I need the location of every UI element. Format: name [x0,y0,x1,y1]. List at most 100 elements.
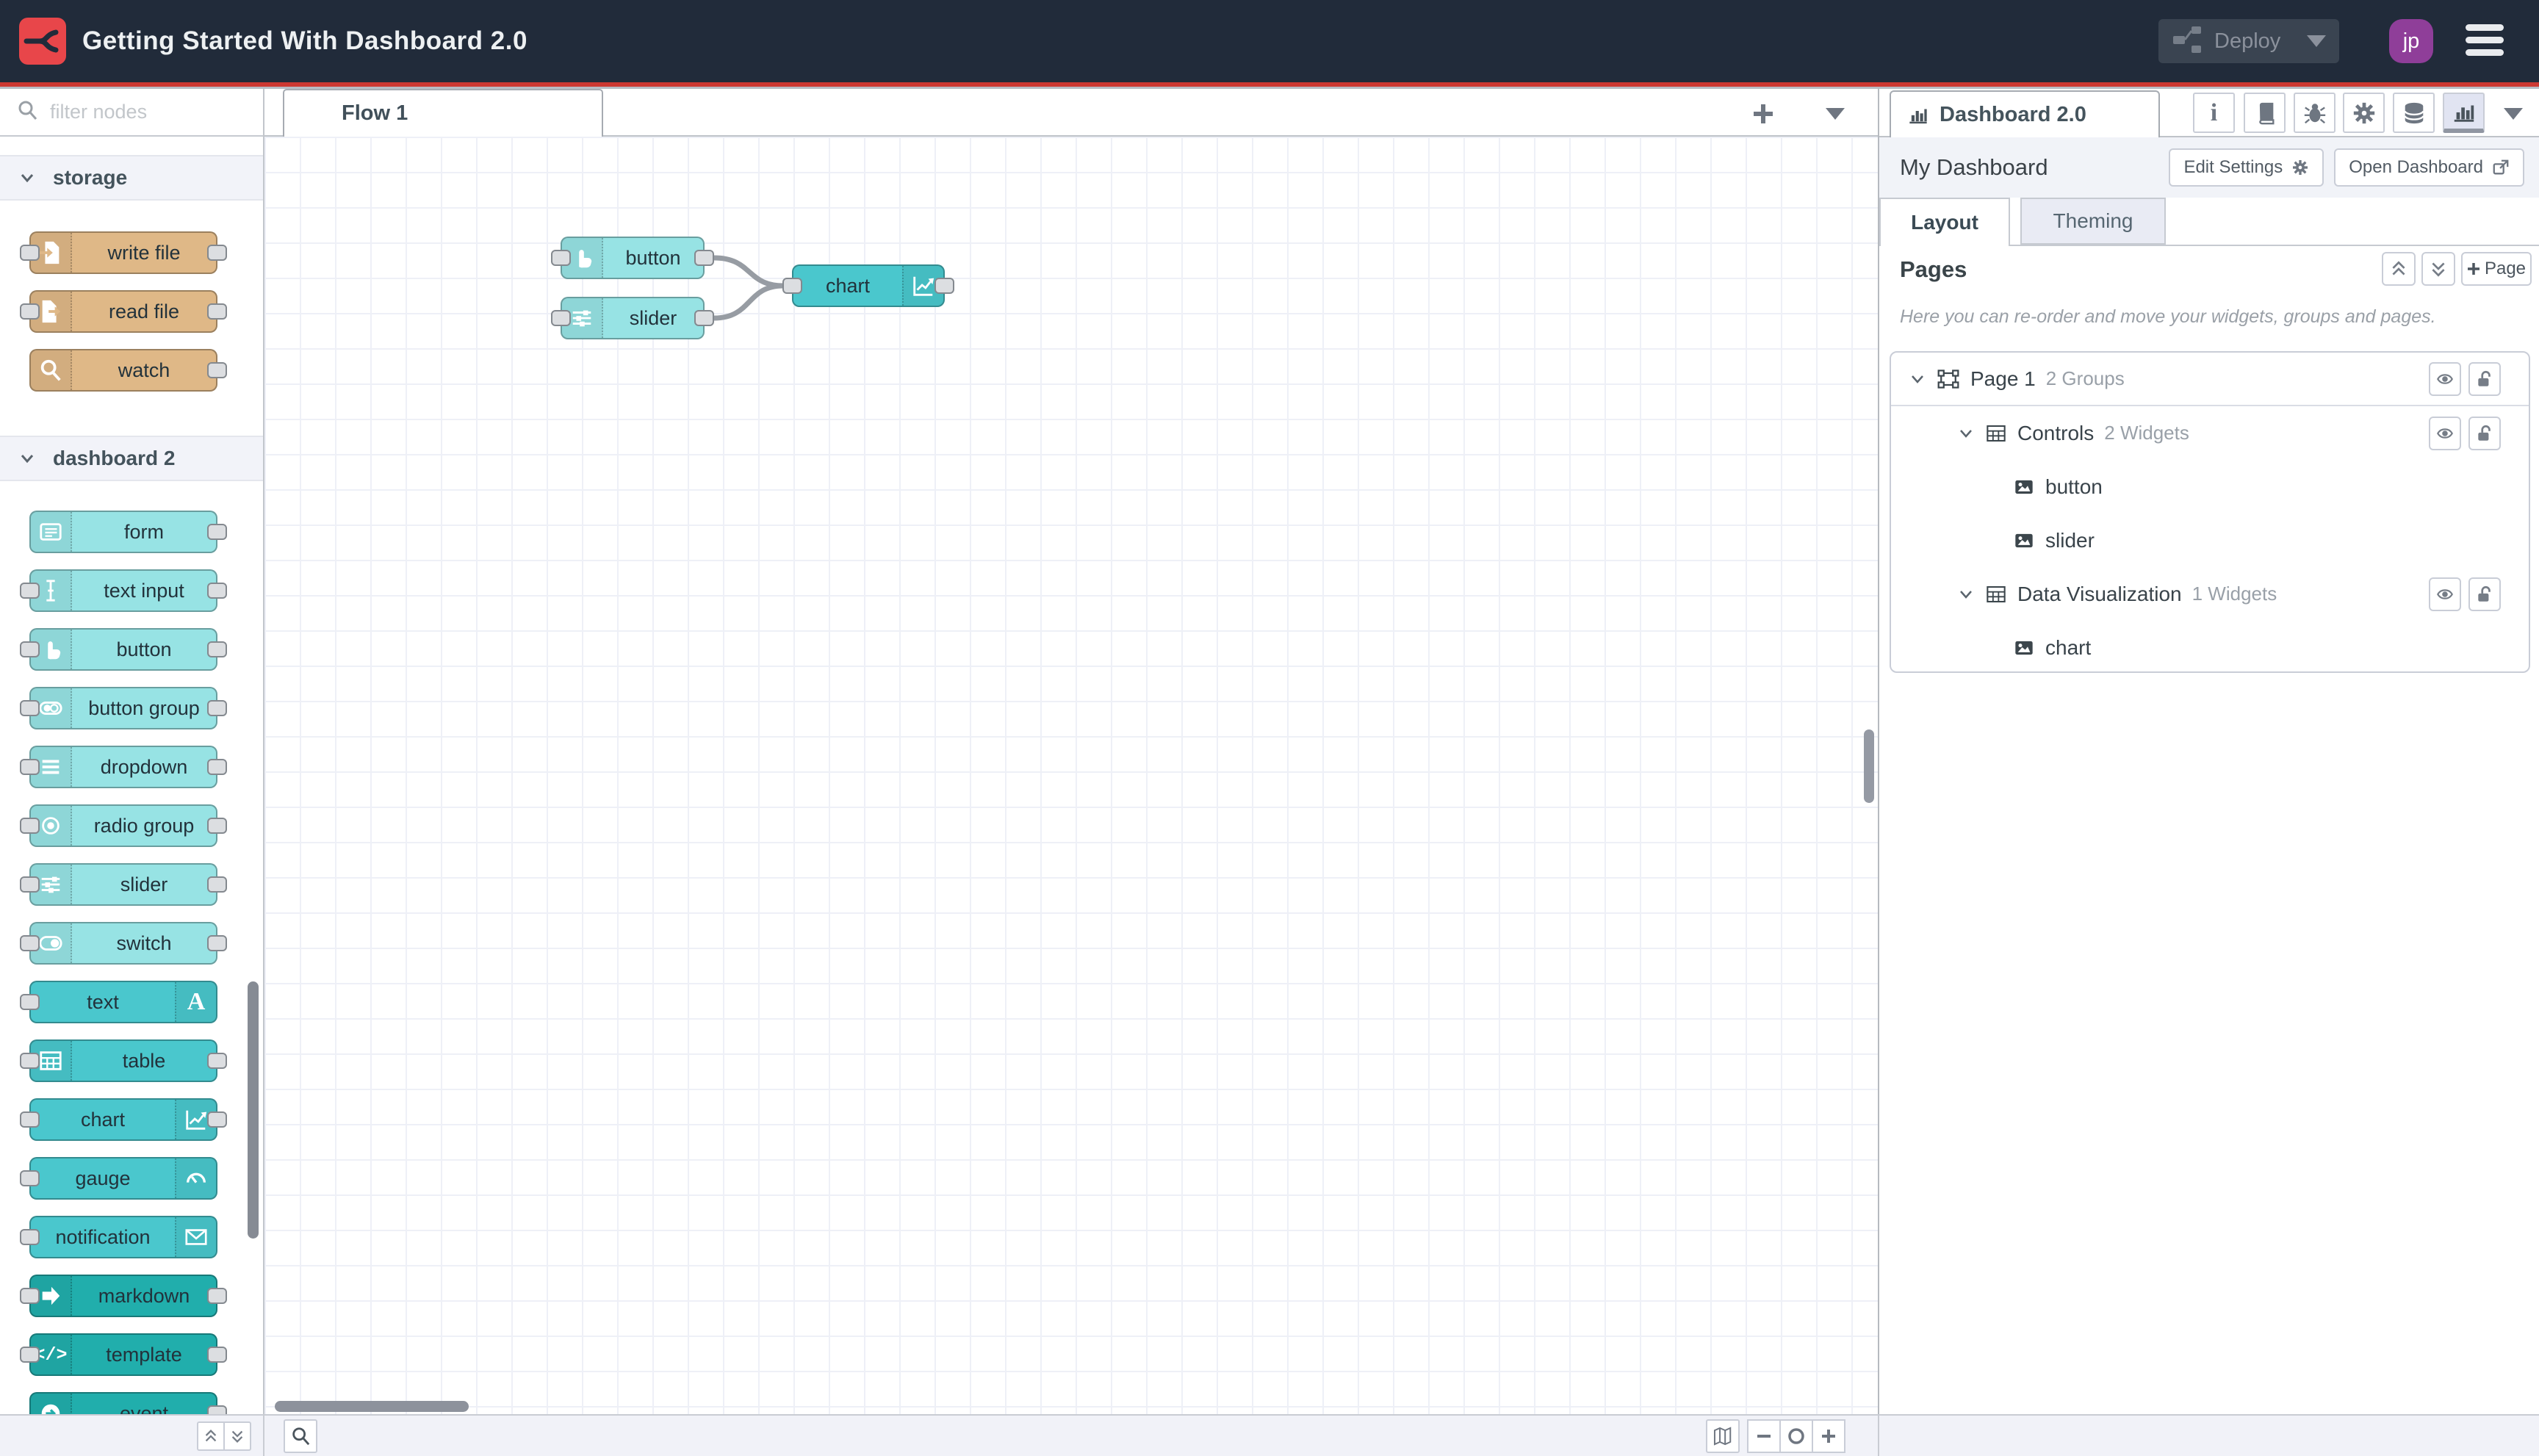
palette-node-form[interactable]: form [29,511,227,553]
output-port[interactable] [207,1405,227,1414]
input-port[interactable] [551,250,571,266]
flow-list-caret[interactable] [1819,98,1851,130]
palette-collapse-all-button[interactable] [197,1421,225,1451]
palette-node-gauge[interactable]: gauge [20,1157,217,1200]
output-port[interactable] [694,250,714,266]
tab-layout[interactable]: Layout [1879,198,2010,246]
expand-all-button[interactable] [2421,252,2455,286]
zoom-reset-button[interactable] [1779,1419,1813,1453]
output-port[interactable] [934,278,954,294]
input-port[interactable] [20,994,40,1010]
output-port[interactable] [694,310,714,326]
deploy-options-caret[interactable] [2307,35,2326,47]
config-tab-button[interactable] [2343,93,2385,133]
output-port[interactable] [207,818,227,834]
canvas-search-button[interactable] [284,1419,317,1453]
collapse-all-button[interactable] [2382,252,2416,286]
input-port[interactable] [551,310,571,326]
input-port[interactable] [20,935,40,951]
output-port[interactable] [207,700,227,716]
main-menu-button[interactable] [2466,24,2504,62]
palette-node-radio-group[interactable]: radio group [20,804,227,847]
palette-node-switch[interactable]: switch [20,922,227,965]
lock-toggle[interactable] [2468,416,2501,450]
flow-canvas[interactable]: button slider chart [264,137,1878,1414]
visibility-toggle[interactable] [2429,361,2461,396]
palette-node-slider[interactable]: slider [20,863,227,906]
sidebar-tabs-caret[interactable] [2504,108,2523,120]
input-port[interactable] [20,1347,40,1363]
palette-node-notification[interactable]: notification [20,1216,217,1258]
input-port[interactable] [20,1288,40,1304]
help-tab-button[interactable] [2244,93,2286,133]
info-tab-button[interactable]: i [2193,93,2235,133]
palette-scrollbar[interactable] [248,981,259,1239]
category-storage[interactable]: storage [0,155,263,201]
input-port[interactable] [20,818,40,834]
input-port[interactable] [20,641,40,657]
output-port[interactable] [207,641,227,657]
category-dashboard-2[interactable]: dashboard 2 [0,436,263,481]
output-port[interactable] [207,303,227,320]
palette-node-read-file[interactable]: read file [20,290,227,333]
open-dashboard-button[interactable]: Open Dashboard [2334,148,2524,187]
filter-nodes-input[interactable] [48,100,235,124]
input-port[interactable] [20,1170,40,1186]
chevron-down-icon[interactable] [1910,374,1925,384]
palette-node-write-file[interactable]: write file [20,231,227,274]
minimap-toggle-button[interactable] [1706,1419,1740,1453]
output-port[interactable] [207,876,227,893]
zoom-out-button[interactable] [1747,1419,1781,1453]
zoom-in-button[interactable] [1812,1419,1845,1453]
output-port[interactable] [207,1347,227,1363]
deploy-button[interactable]: Deploy [2158,19,2339,63]
input-port[interactable] [20,700,40,716]
palette-node-dropdown[interactable]: dropdown [20,746,227,788]
palette-node-text-input[interactable]: text input [20,569,227,612]
debug-tab-button[interactable] [2294,93,2335,133]
palette-node-text[interactable]: A text [20,981,217,1023]
output-port[interactable] [207,759,227,775]
context-data-tab-button[interactable] [2393,93,2435,133]
palette-node-markdown[interactable]: markdown [20,1275,227,1317]
palette-node-chart[interactable]: chart [20,1098,227,1141]
input-port[interactable] [20,876,40,893]
tree-row-controls[interactable]: Controls 2 Widgets [1891,406,2529,460]
tree-row-page-1[interactable]: Page 1 2 Groups [1891,353,2529,406]
add-flow-button[interactable] [1747,98,1779,130]
input-port[interactable] [20,1111,40,1128]
output-port[interactable] [207,245,227,261]
tree-row-data-visualization[interactable]: Data Visualization 1 Widgets [1891,567,2529,621]
palette-node-template[interactable]: </> template [20,1333,227,1376]
output-port[interactable] [207,1288,227,1304]
add-page-button[interactable]: Page [2461,252,2532,286]
edit-settings-button[interactable]: Edit Settings [2169,148,2324,187]
output-port[interactable] [207,583,227,599]
input-port[interactable] [20,583,40,599]
lock-toggle[interactable] [2468,361,2501,396]
tab-flow-1[interactable]: Flow 1 [283,89,603,137]
output-port[interactable] [207,362,227,378]
user-avatar[interactable]: jp [2389,19,2433,63]
canvas-vertical-scrollbar[interactable] [1864,729,1874,803]
palette-node-watch[interactable]: watch [29,349,227,392]
palette-expand-all-button[interactable] [223,1421,251,1451]
chevron-down-icon[interactable] [1959,589,1973,599]
flow-node-button[interactable]: button [551,237,714,279]
input-port[interactable] [782,278,802,294]
tree-row-chart[interactable]: chart [1891,621,2529,671]
input-port[interactable] [20,1229,40,1245]
chevron-down-icon[interactable] [1959,428,1973,439]
lock-toggle[interactable] [2468,577,2501,611]
output-port[interactable] [207,1053,227,1069]
output-port[interactable] [207,524,227,540]
input-port[interactable] [20,1053,40,1069]
visibility-toggle[interactable] [2429,416,2461,450]
tab-dashboard-2[interactable]: Dashboard 2.0 [1890,90,2160,137]
flow-node-chart[interactable]: chart [782,264,954,307]
tree-row-slider[interactable]: slider [1891,513,2529,567]
input-port[interactable] [20,759,40,775]
canvas-horizontal-scrollbar[interactable] [275,1401,469,1412]
palette-node-event[interactable]: event [29,1392,227,1414]
palette-node-button[interactable]: button [20,628,227,671]
